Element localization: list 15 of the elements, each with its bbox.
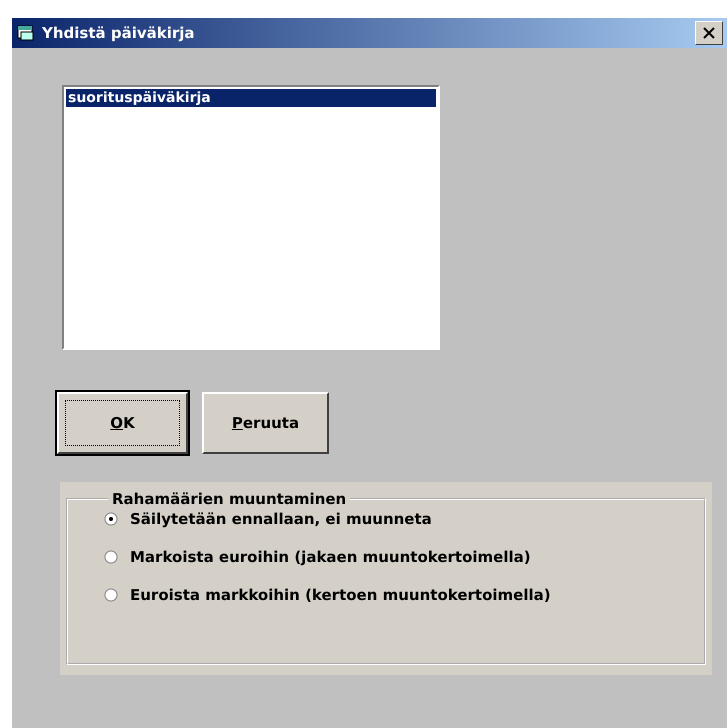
- radio-button[interactable]: [104, 550, 118, 564]
- journal-list[interactable]: suorituspäiväkirja: [62, 85, 440, 350]
- radio-button[interactable]: [104, 512, 118, 526]
- cancel-button[interactable]: Peruuta: [202, 392, 329, 454]
- radio-label[interactable]: Markoista euroihin (jakaen muuntokertoimella): [130, 548, 531, 566]
- ok-button[interactable]: OK: [57, 392, 188, 454]
- window-icon: [16, 24, 36, 42]
- window-title: Yhdistä päiväkirja: [42, 24, 195, 42]
- radio-label[interactable]: Euroista markkoihin (kertoen muuntokertoimella): [130, 586, 551, 604]
- group-title: Rahamäärien muuntaminen: [111, 490, 348, 508]
- list-item[interactable]: suorituspäiväkirja: [66, 89, 436, 107]
- radio-label[interactable]: Säilytetään ennallaan, ei muunneta: [130, 510, 432, 528]
- close-icon: [703, 27, 715, 39]
- radio-button[interactable]: [104, 588, 118, 602]
- close-button[interactable]: [695, 21, 723, 45]
